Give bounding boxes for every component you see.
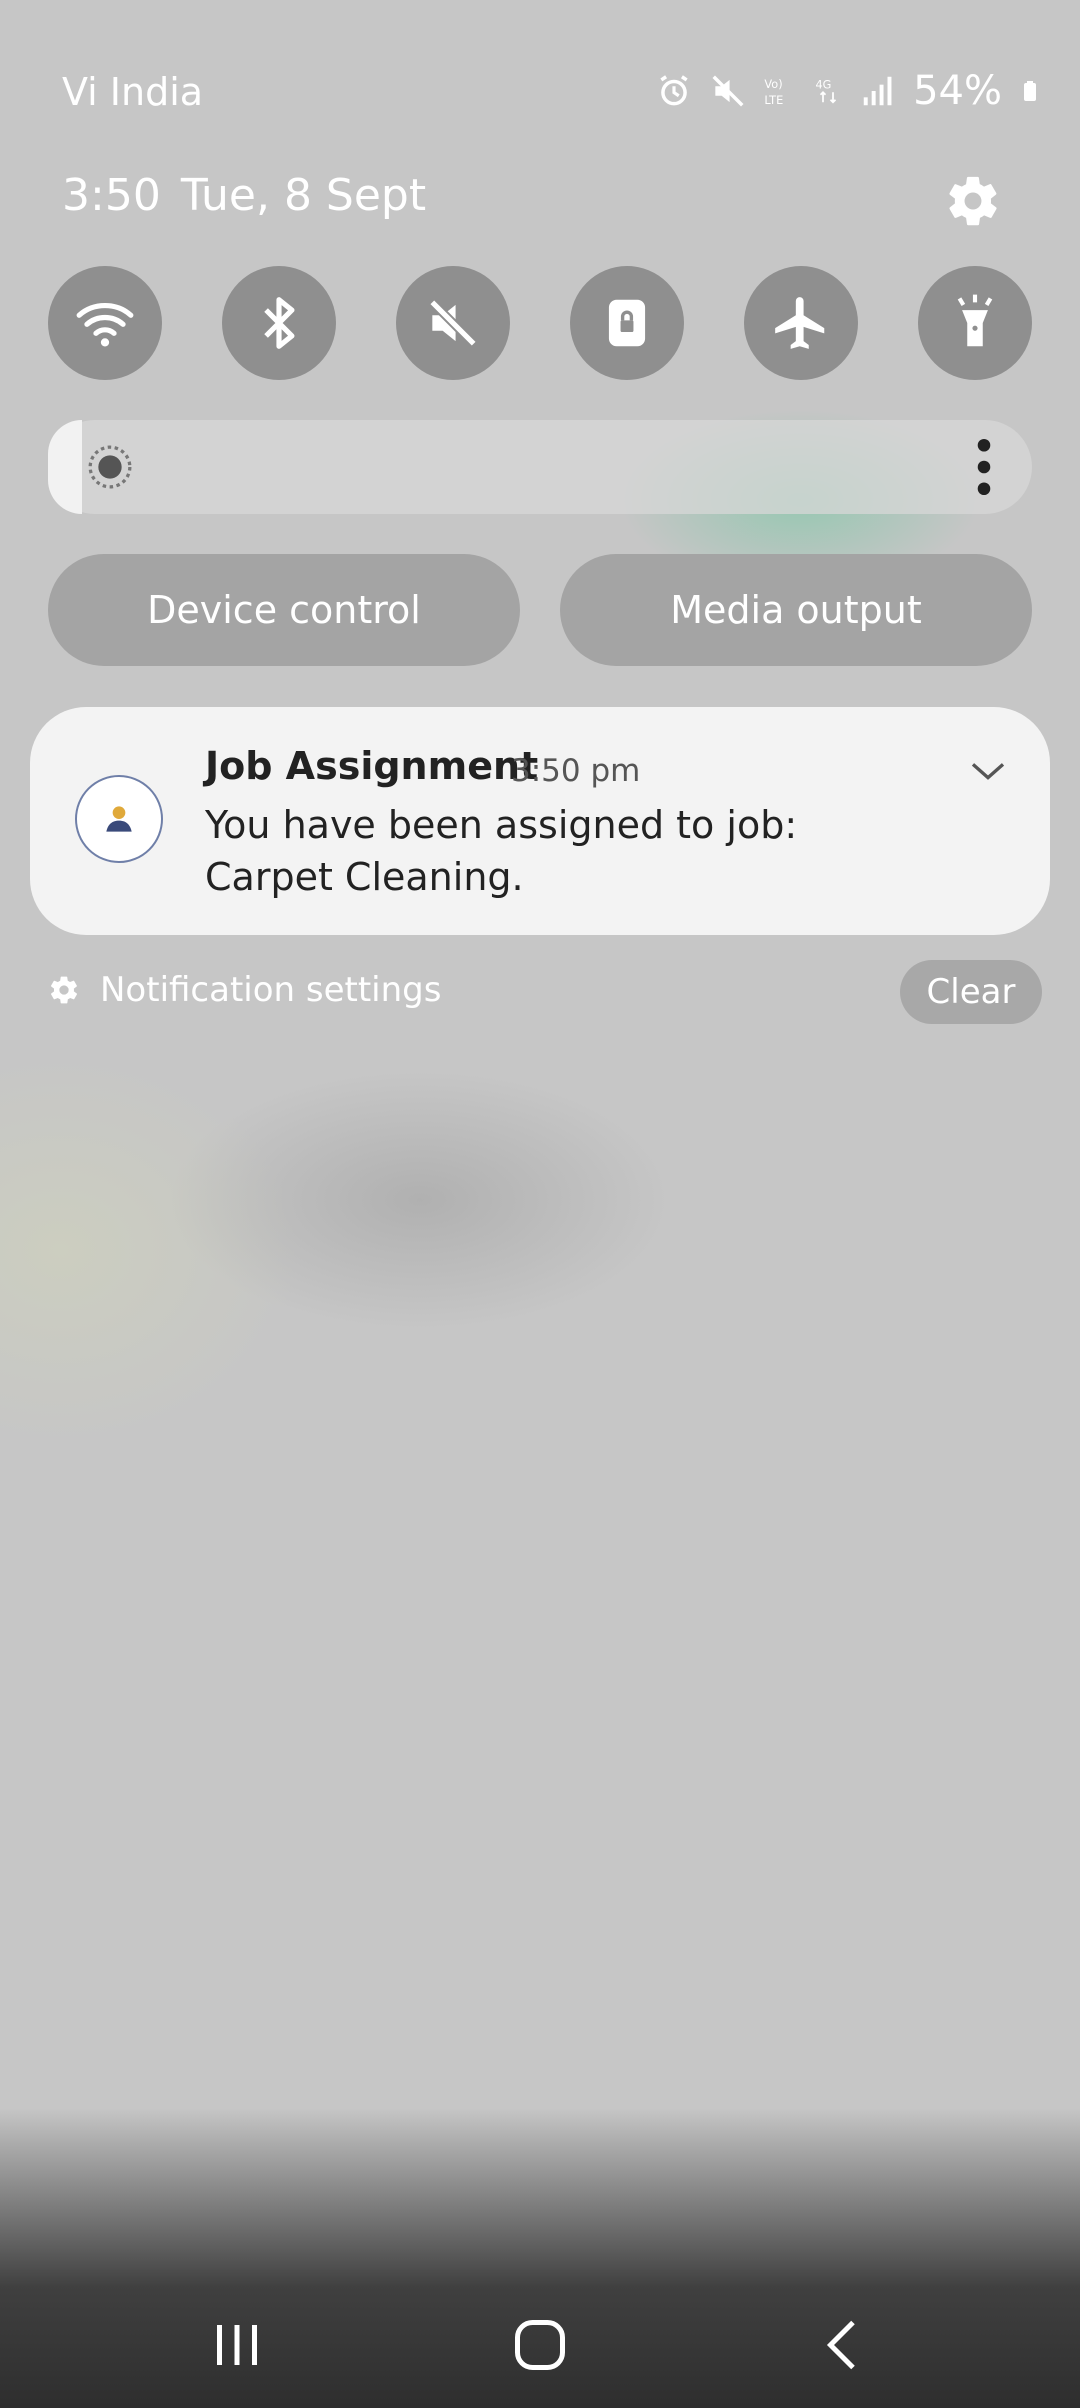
notification-card[interactable]: Job Assignment 3:50 pm You have been ass… (30, 707, 1050, 935)
network-4g-icon: 4G (816, 79, 837, 104)
notification-settings-label: Notification settings (100, 970, 442, 1010)
svg-text:LTE: LTE (765, 93, 784, 107)
battery-percent: 54% (913, 68, 1002, 114)
recent-apps-button[interactable] (197, 2310, 277, 2380)
airplane-icon (775, 297, 825, 349)
settings-button[interactable] (944, 172, 1002, 230)
volte-icon: Vo) LTE (765, 77, 784, 107)
svg-text:4G: 4G (816, 79, 832, 92)
brightness-icon (88, 445, 132, 489)
carrier-name: Vi India (62, 70, 204, 114)
chevron-down-icon[interactable] (968, 751, 1008, 791)
notification-title: Job Assignment (205, 744, 539, 788)
toggle-wifi[interactable] (48, 266, 162, 380)
status-bar: Vi India Vo) LTE 4G 54% (0, 0, 1080, 190)
lock-icon (608, 299, 646, 347)
battery-icon (1024, 81, 1036, 101)
clock-date[interactable]: 3:50 Tue, 8 Sept (62, 170, 426, 221)
home-button[interactable] (500, 2310, 580, 2380)
brightness-level (48, 420, 82, 514)
home-icon (515, 2320, 565, 2370)
device-control-button[interactable]: Device control (48, 554, 520, 666)
back-icon (826, 2320, 855, 2370)
recent-apps-icon (217, 2325, 257, 2365)
toggle-rotation-lock[interactable] (570, 266, 684, 380)
app-logo-icon (106, 806, 132, 832)
notification-time: 3:50 pm (511, 753, 641, 789)
svg-text:Vo): Vo) (765, 77, 783, 91)
date-label: Tue, 8 Sept (180, 170, 427, 221)
toggle-airplane-mode[interactable] (744, 266, 858, 380)
brightness-slider[interactable] (48, 420, 1032, 514)
toggle-bluetooth[interactable] (222, 266, 336, 380)
toggle-flashlight[interactable] (918, 266, 1032, 380)
gear-icon (949, 176, 997, 226)
clear-button[interactable]: Clear (900, 960, 1042, 1024)
mute-icon (712, 75, 744, 107)
gear-icon (50, 976, 78, 1004)
back-button[interactable] (803, 2310, 883, 2380)
signal-icon (863, 76, 892, 106)
quick-toggles (48, 266, 1032, 380)
wifi-icon (76, 302, 134, 347)
flashlight-icon (957, 294, 993, 347)
status-icons: Vo) LTE 4G 54% (655, 68, 1042, 114)
notification-settings-button[interactable]: Notification settings (48, 970, 441, 1010)
notification-body: You have been assigned to job: Carpet Cl… (205, 803, 798, 899)
alarm-icon (660, 75, 688, 106)
toggle-sound[interactable] (396, 266, 510, 380)
more-options-icon[interactable] (974, 438, 994, 496)
mute-icon (429, 299, 477, 347)
bluetooth-icon (264, 297, 295, 349)
app-icon (75, 775, 163, 863)
media-output-button[interactable]: Media output (560, 554, 1032, 666)
clock-time: 3:50 (62, 170, 161, 221)
